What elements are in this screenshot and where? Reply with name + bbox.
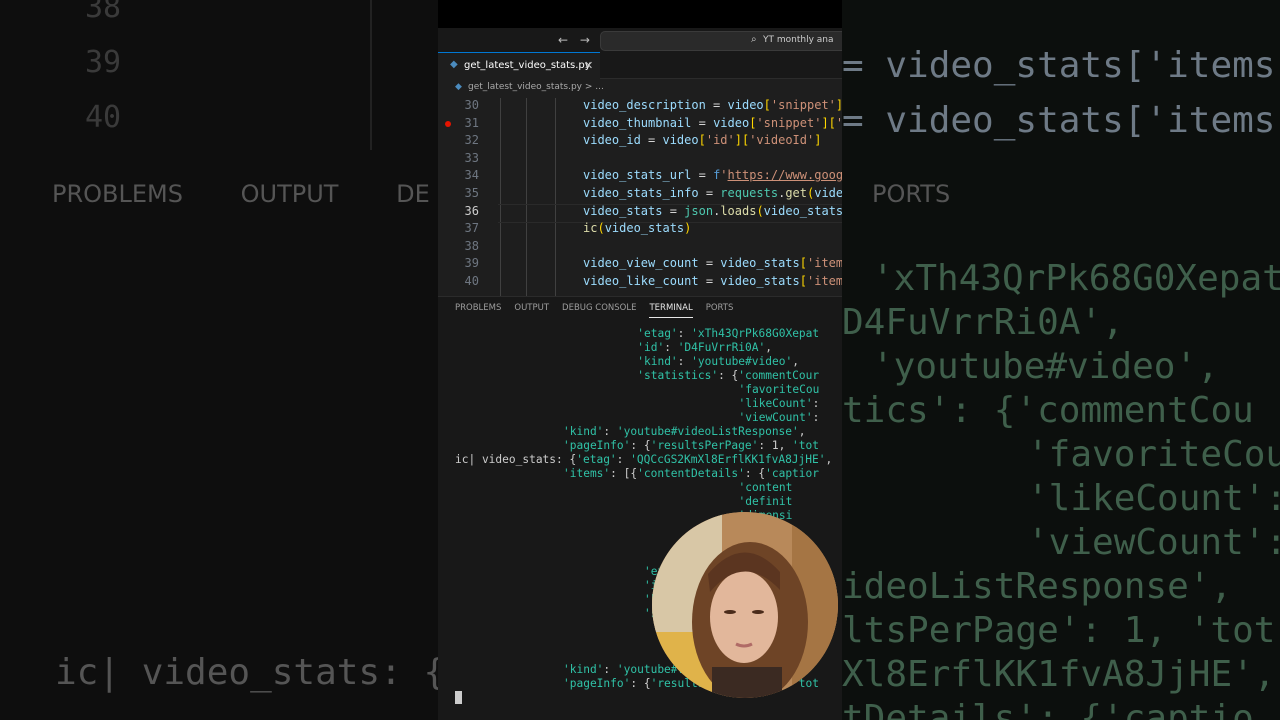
background-terminal-line: Xl8ErflKK1fvA8JjHE', <box>842 654 1276 695</box>
code-line[interactable]: 35 video_stats_info = requests.get(videc <box>438 186 842 204</box>
code-line[interactable]: 34 video_stats_url = f'https://www.googl <box>438 168 842 186</box>
code-text: ic(video_stats) <box>583 221 692 236</box>
code-text: video_stats_info = requests.get(videc <box>583 186 842 200</box>
background-line-number: 40 <box>85 100 122 135</box>
background-panel-tab: PORTS <box>872 180 951 208</box>
code-line[interactable]: 38 <box>438 239 842 257</box>
line-number: 36 <box>464 203 479 218</box>
background-tab: OUTPUT <box>240 180 339 208</box>
panel-tab-terminal[interactable]: TERMINAL <box>649 303 693 318</box>
line-number: 40 <box>464 274 479 288</box>
background-terminal-line: 'favoriteCou <box>1027 434 1280 475</box>
top-black-bar <box>438 0 842 28</box>
background-terminal-line: 'likeCount': <box>1027 478 1280 519</box>
line-number: 34 <box>464 168 479 183</box>
code-line[interactable]: 36 video_stats = json.loads(video_stats_ <box>438 203 842 223</box>
code-line[interactable]: 31 video_thumbnail = video['snippet']['t <box>438 116 842 134</box>
line-number: 39 <box>464 256 479 271</box>
background-tab: PROBLEMS <box>52 180 183 208</box>
terminal-line: 'viewCount': <box>738 411 820 424</box>
terminal-line: 'id': 'D4FuVrrRi0A', <box>637 341 772 354</box>
line-number: 30 <box>464 98 479 112</box>
terminal-line: 'favoriteCou <box>738 383 820 396</box>
line-number: 38 <box>464 238 479 253</box>
code-text: video_thumbnail = video['snippet']['t <box>583 115 842 130</box>
code-text: video_like_count = video_stats['items <box>583 274 842 288</box>
breadcrumb-path[interactable]: get_latest_video_stats.py > ... <box>468 82 604 92</box>
breadcrumb: ◆ get_latest_video_stats.py > ... <box>438 79 842 96</box>
background-line-number: 38 <box>85 0 122 25</box>
terminal-line: 'items': [{'contentDetails': {'captior <box>563 467 819 480</box>
terminal-line: 'kind': 'youtube#videoListResponse', <box>563 425 806 438</box>
line-number: 37 <box>464 221 479 236</box>
editor-tab-bar: ◆ get_latest_video_stats.py ✕ <box>438 52 842 79</box>
background-code-line: = video_stats['items <box>842 45 1276 86</box>
back-arrow-icon[interactable]: ← <box>558 33 568 47</box>
background-terminal-line: 'xTh43QrPk68G0Xepat <box>872 258 1280 299</box>
background-terminal-line: ic| video_stats: { <box>55 652 438 693</box>
editor-tab[interactable]: ◆ get_latest_video_stats.py ✕ <box>438 52 600 79</box>
code-line[interactable]: 32 video_id = video['id']['videoId'] <box>438 133 842 151</box>
code-text: video_stats_url = f'https://www.googl <box>583 168 842 183</box>
background-tab: DE <box>396 180 430 208</box>
close-icon[interactable]: ✕ <box>584 59 593 72</box>
panel-tab-debug-console[interactable]: DEBUG CONSOLE <box>562 303 636 317</box>
forward-arrow-icon[interactable]: → <box>580 33 590 47</box>
terminal-line: ic| video_stats: {'etag': 'QQCcGS2KmXl8E… <box>455 453 833 466</box>
background-terminal-line: D4FuVrrRi0A', <box>842 302 1124 343</box>
breakpoint-icon[interactable] <box>445 120 451 127</box>
terminal-line: 'statistics': {'commentCour <box>637 369 820 382</box>
search-text: YT monthly ana <box>763 35 834 45</box>
code-line[interactable]: 40 video_like_count = video_stats['items <box>438 274 842 292</box>
terminal-line: 'pageInfo': {'resultsPerPage': 1, 'tot <box>563 439 819 452</box>
code-editor[interactable]: 30video_description = video['snippet'][3… <box>438 98 842 296</box>
background-terminal-line: ideoListResponse', <box>842 566 1233 607</box>
terminal-line: 'likeCount': <box>738 397 820 410</box>
line-number: 33 <box>464 150 479 165</box>
line-number: 31 <box>464 115 479 130</box>
code-line[interactable]: 39 video_view_count = video_stats['items <box>438 256 842 274</box>
terminal-line: 'content <box>738 481 793 494</box>
background-terminal-line: tDetails': {'captio <box>842 698 1254 720</box>
python-file-icon: ◆ <box>455 82 462 92</box>
background-terminal-line: 'viewCount': <box>1027 522 1280 563</box>
code-text: video_view_count = video_stats['items <box>583 256 842 271</box>
panel-tab-ports[interactable]: PORTS <box>706 303 734 317</box>
line-number: 32 <box>464 133 479 148</box>
presenter-image <box>652 512 838 698</box>
search-icon: ⌕ <box>751 34 757 45</box>
background-terminal-line: tics': {'commentCou <box>842 390 1254 431</box>
panel-tab-problems[interactable]: PROBLEMS <box>455 303 501 317</box>
code-text: video_description = video['snippet'][ <box>583 98 842 112</box>
code-line[interactable]: 37 ic(video_stats) <box>438 221 842 239</box>
tab-filename: get_latest_video_stats.py <box>464 60 591 71</box>
background-gutter <box>370 0 372 150</box>
command-center-search[interactable]: ⌕ YT monthly ana <box>600 31 842 51</box>
python-file-icon: ◆ <box>450 59 458 70</box>
background-line-number: 39 <box>85 45 122 80</box>
code-line[interactable]: 33 <box>438 151 842 169</box>
background-zoom-left: 38 39 40 PROBLEMS OUTPUT DE ic| video_st… <box>0 0 438 720</box>
background-terminal-line: 'youtube#video', <box>872 346 1219 387</box>
terminal-line: 'kind': 'youtube#video', <box>637 355 799 368</box>
code-text: video_id = video['id']['videoId'] <box>583 133 822 148</box>
background-zoom-right: = video_stats['items = video_stats['item… <box>842 0 1280 720</box>
panel-tab-output[interactable]: OUTPUT <box>514 303 549 317</box>
terminal-line: 'etag': 'xTh43QrPk68G0Xepat <box>637 327 820 340</box>
line-number: 35 <box>464 186 479 200</box>
panel-tabs: PROBLEMS OUTPUT DEBUG CONSOLE TERMINAL PORTS <box>455 303 746 318</box>
background-terminal-line: ltsPerPage': 1, 'tot <box>842 610 1276 651</box>
navigation-arrows: ← → <box>558 33 598 47</box>
terminal-cursor <box>455 691 462 704</box>
code-line[interactable]: 30 video_description = video['snippet'][ <box>438 98 842 116</box>
code-text: video_stats = json.loads(video_stats_ <box>583 203 842 218</box>
background-panel-tabs: PROBLEMS OUTPUT DE <box>52 180 438 208</box>
terminal-line: 'definit <box>738 495 793 508</box>
background-code-line: = video_stats['items <box>842 100 1276 141</box>
presenter-webcam <box>652 512 838 698</box>
